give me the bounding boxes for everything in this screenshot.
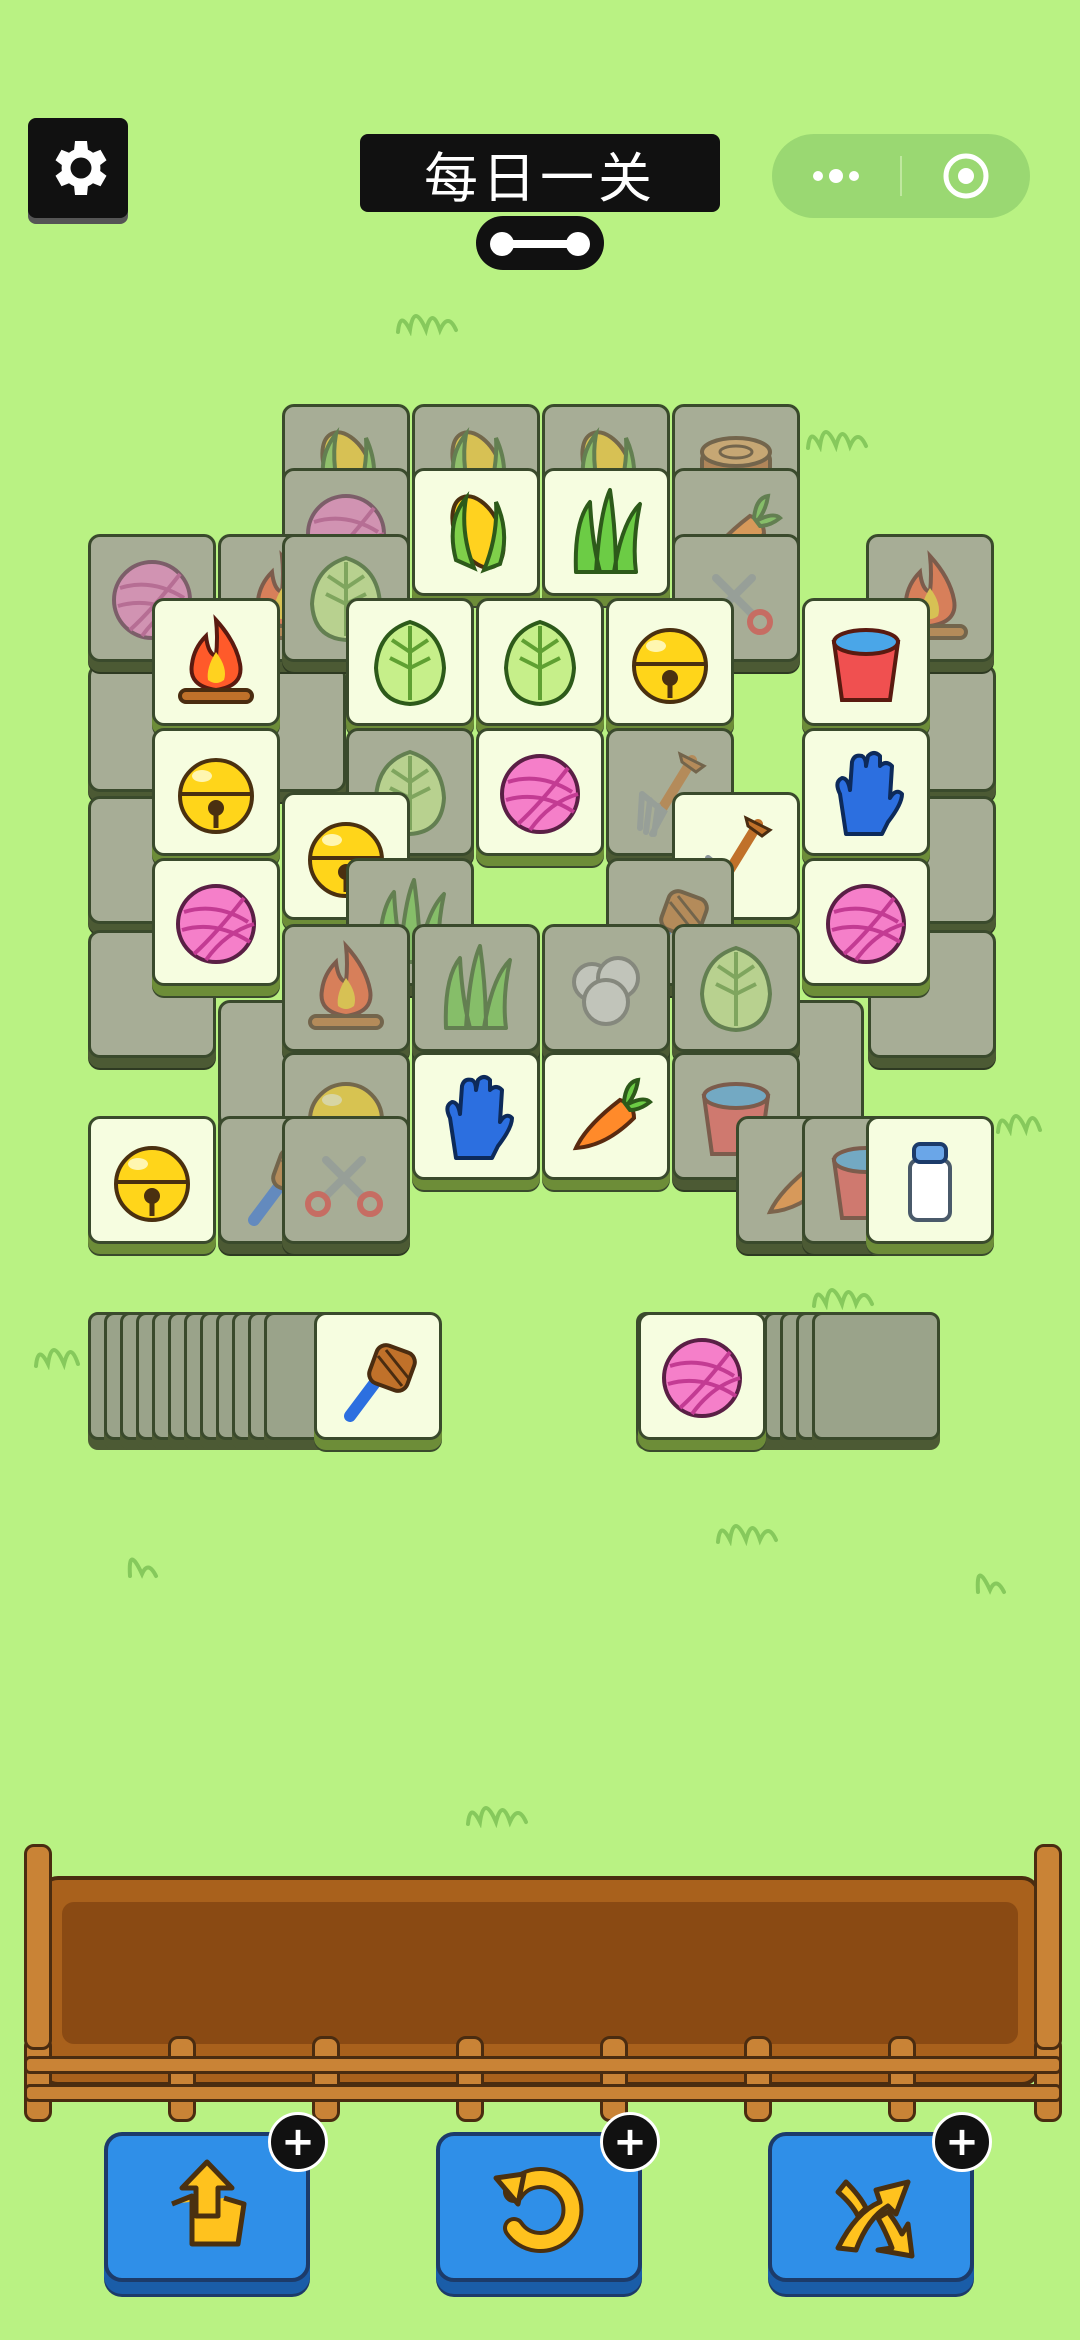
tile-grass[interactable]: [542, 468, 670, 596]
fence-rail: [24, 2084, 1062, 2102]
tile-glove[interactable]: [802, 728, 930, 856]
tile-bell[interactable]: [152, 728, 280, 856]
close-miniprogram-button[interactable]: [902, 134, 1030, 218]
settings-button[interactable]: [28, 118, 128, 218]
add-undo-badge[interactable]: +: [600, 2112, 660, 2172]
glove-icon: [835, 751, 904, 836]
tile-carrot[interactable]: [542, 1052, 670, 1180]
add-shuffle-badge[interactable]: +: [932, 2112, 992, 2172]
tile-bell[interactable]: [606, 598, 734, 726]
grass-decoration: [975, 1573, 1006, 1595]
tray-slot-area: [62, 1902, 1018, 2044]
stacked-tile: [812, 1312, 940, 1440]
fence-post: [168, 2036, 196, 2122]
cabbage-icon: [373, 619, 447, 707]
milk-icon: [908, 1142, 952, 1222]
bell-icon: [178, 758, 254, 834]
move-out-button[interactable]: +: [104, 2112, 328, 2282]
tile-glove[interactable]: [412, 1052, 540, 1180]
tile-corn[interactable]: [412, 468, 540, 596]
tile-bell[interactable]: [88, 1116, 216, 1244]
target-close-icon: [943, 153, 989, 199]
tile-brush[interactable]: [314, 1312, 442, 1440]
yarn-icon: [176, 884, 256, 964]
more-button[interactable]: [772, 134, 900, 218]
tile-yarn[interactable]: [152, 858, 280, 986]
grass-decoration: [812, 1288, 874, 1310]
corn-icon: [450, 490, 507, 574]
move-out-icon: [171, 2159, 247, 2247]
fence-rail: [24, 2056, 1062, 2074]
yarn-icon: [662, 1338, 742, 1418]
add-move-out-badge[interactable]: +: [268, 2112, 328, 2172]
more-dots-icon: [813, 169, 859, 183]
tile-yarn[interactable]: [476, 728, 604, 856]
tile-cabbage[interactable]: [476, 598, 604, 726]
fence-post: [1034, 1844, 1062, 2050]
fence-post: [24, 1844, 52, 2050]
tile-yarn[interactable]: [802, 858, 930, 986]
fence-post: [312, 2036, 340, 2122]
grass-decoration: [466, 1806, 528, 1828]
tile-fire: [282, 924, 410, 1052]
miniprogram-capsule: [772, 134, 1030, 218]
tile-yarn[interactable]: [638, 1312, 766, 1440]
fence-post: [744, 2036, 772, 2122]
grass-decoration: [996, 1114, 1042, 1136]
glove-icon: [445, 1075, 514, 1160]
yarn-icon: [826, 884, 906, 964]
tile-cabbage[interactable]: [346, 598, 474, 726]
carrot-icon: [572, 1077, 653, 1151]
grass-decoration: [127, 1557, 158, 1579]
shuffle-button[interactable]: +: [768, 2112, 992, 2282]
grass-decoration: [806, 430, 868, 452]
wool-icon: [572, 956, 640, 1026]
tile-milk[interactable]: [866, 1116, 994, 1244]
tile-shears: [282, 1116, 410, 1244]
grass-icon: [443, 944, 512, 1030]
yarn-icon: [500, 754, 580, 834]
brush-icon: [344, 1343, 417, 1422]
shuffle-icon: [835, 2179, 915, 2259]
undo-icon: [493, 2167, 584, 2253]
tile-grass: [412, 924, 540, 1052]
fence-post: [600, 2036, 628, 2122]
fire-icon: [308, 940, 384, 1030]
fire-icon: [178, 614, 254, 704]
fence-post: [456, 2036, 484, 2122]
cabbage-icon: [699, 945, 773, 1033]
grass-icon: [573, 488, 642, 574]
undo-button[interactable]: +: [436, 2112, 660, 2282]
tile-cabbage: [672, 924, 800, 1052]
level-progress-indicator: [476, 216, 604, 270]
gear-icon: [55, 141, 107, 195]
tile-bucket[interactable]: [802, 598, 930, 726]
bell-icon: [632, 628, 708, 704]
bell-icon: [114, 1146, 190, 1222]
tile-fire[interactable]: [152, 598, 280, 726]
grass-decoration: [716, 1524, 778, 1546]
tile-wool: [542, 924, 670, 1052]
fence-post: [888, 2036, 916, 2122]
bucket-icon: [831, 628, 901, 702]
page-title: 每日一关: [360, 134, 720, 212]
grass-decoration: [396, 314, 458, 336]
shears-icon: [305, 1156, 383, 1217]
cabbage-icon: [503, 619, 577, 707]
